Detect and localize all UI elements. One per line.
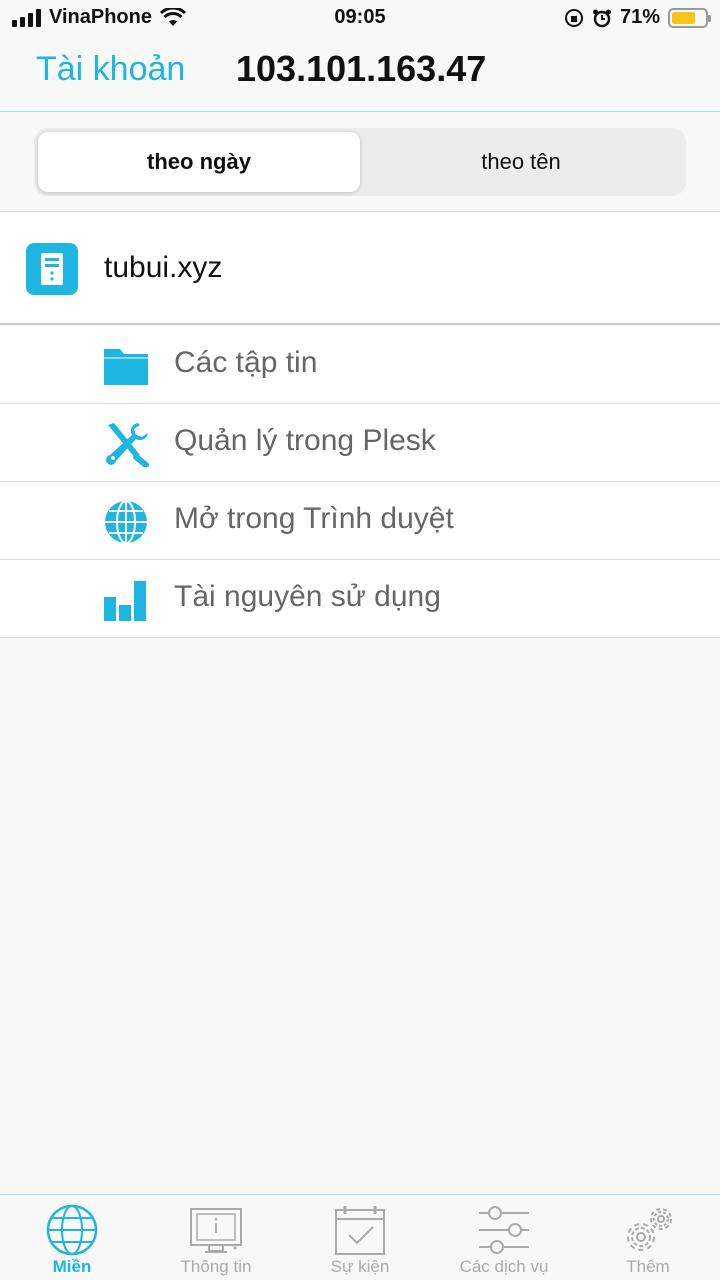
alarm-icon <box>592 9 611 27</box>
page-title: 103.101.163.47 <box>236 48 487 89</box>
tab-label: Sự kiện <box>330 1257 390 1276</box>
segment-by-name[interactable]: theo tên <box>360 132 682 192</box>
menu-item-label: Tài nguyên sử dụng <box>174 580 441 613</box>
menu-item-open-browser[interactable]: Mở trong Trình duyệt <box>0 482 720 560</box>
sort-control-area: theo ngày theo tên <box>0 112 720 212</box>
tab-more[interactable]: Thêm <box>576 1195 720 1280</box>
server-icon <box>26 243 78 295</box>
tab-services[interactable]: Các dịch vụ <box>432 1195 576 1280</box>
menu-item-label: Mở trong Trình duyệt <box>174 502 454 535</box>
menu-item-files[interactable]: Các tập tin <box>0 326 720 404</box>
folder-icon <box>104 349 148 385</box>
monitor-icon <box>190 1208 242 1253</box>
bar-chart-icon <box>104 581 146 621</box>
rotation-lock-icon <box>564 8 583 27</box>
tab-domains[interactable]: Miền <box>0 1195 144 1280</box>
domain-row[interactable]: tubui.xyz <box>0 213 720 325</box>
sliders-icon <box>479 1206 529 1254</box>
tab-label: Miền <box>52 1257 92 1276</box>
tab-bar: Miền Thông tin Sự kiện Các dịch vụ Thêm <box>0 1194 720 1280</box>
segment-by-date[interactable]: theo ngày <box>38 132 360 192</box>
status-right: 71% <box>564 6 711 29</box>
calendar-check-icon <box>335 1206 385 1255</box>
tab-label: Các dịch vụ <box>459 1257 549 1276</box>
sort-segmented-control: theo ngày theo tên <box>34 128 686 196</box>
domain-menu: Các tập tin Quản lý trong Plesk Mở trong… <box>0 326 720 638</box>
globe-icon <box>105 500 147 544</box>
tab-label: Thêm <box>626 1257 670 1276</box>
battery-icon <box>668 7 711 28</box>
tab-events[interactable]: Sự kiện <box>288 1195 432 1280</box>
tab-label: Thông tin <box>180 1257 252 1276</box>
tab-info[interactable]: Thông tin <box>144 1195 288 1280</box>
nav-header: Tài khoản 103.101.163.47 <box>0 36 720 112</box>
menu-item-manage-plesk[interactable]: Quản lý trong Plesk <box>0 404 720 482</box>
back-button[interactable]: Tài khoản <box>36 50 185 89</box>
globe-icon <box>46 1204 98 1256</box>
menu-item-resource-usage[interactable]: Tài nguyên sử dụng <box>0 560 720 638</box>
tools-icon <box>106 423 149 467</box>
gears-icon <box>627 1208 672 1251</box>
battery-fill <box>672 11 695 24</box>
domain-name: tubui.xyz <box>104 251 223 284</box>
battery-percent: 71% <box>619 6 660 28</box>
status-bar: VinaPhone 09:05 71% <box>0 0 720 36</box>
menu-item-label: Các tập tin <box>174 346 318 379</box>
menu-item-label: Quản lý trong Plesk <box>174 424 436 457</box>
